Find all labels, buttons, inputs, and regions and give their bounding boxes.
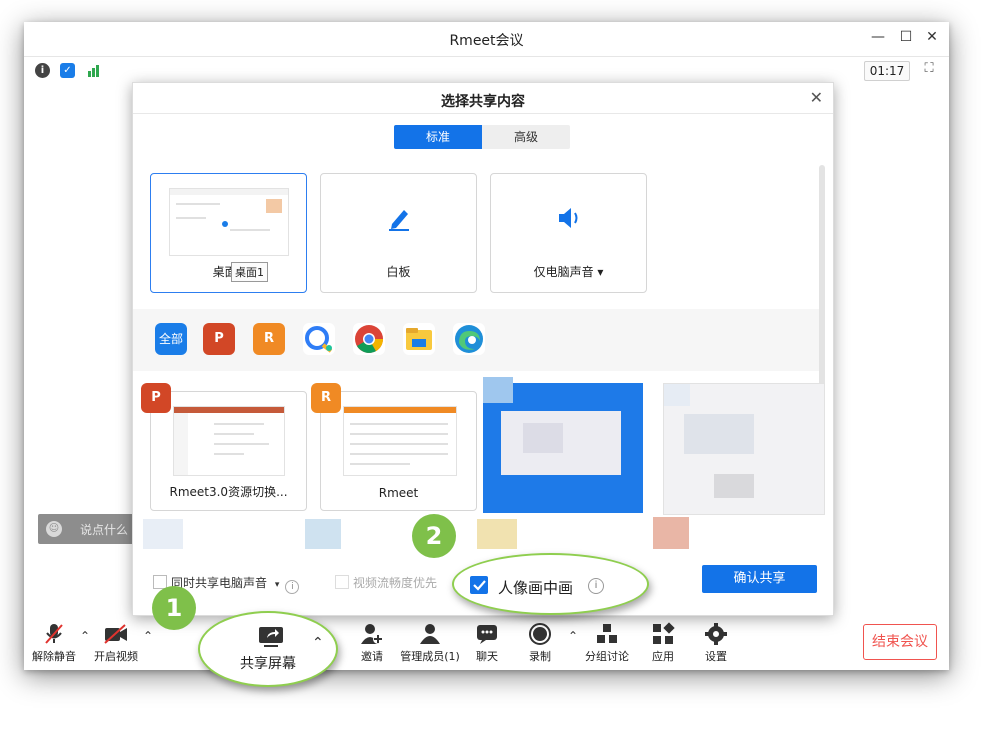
meeting-timer: 01:17 [864, 61, 910, 81]
camera-off-icon [80, 622, 152, 646]
feishu-icon[interactable] [303, 323, 335, 355]
step-2-badge: 2 [412, 514, 456, 558]
desktop-label: 桌面1 [212, 265, 245, 279]
signal-icon[interactable] [86, 63, 101, 78]
settings-button[interactable]: 设置 [680, 622, 752, 664]
powerpoint-badge-icon: P [141, 383, 171, 413]
speaker-icon [491, 204, 646, 238]
rmeet-app-icon[interactable]: R [253, 323, 285, 355]
pip-option-callout[interactable]: 人像画中画 i [452, 553, 649, 615]
shield-icon[interactable]: ✓ [60, 63, 75, 78]
file-explorer-icon[interactable] [403, 323, 435, 355]
blurred-thumb-b [305, 519, 341, 549]
rmeet-badge-icon: R [311, 383, 341, 413]
record-button[interactable]: 录制 [504, 622, 576, 664]
rmeet-window-label: Rmeet [378, 486, 419, 500]
blurred-thumb-a [143, 519, 183, 549]
pencil-icon [321, 204, 476, 238]
window-card-rmeet[interactable]: Rmeet [320, 391, 477, 511]
emoji-icon[interactable]: ☺ [46, 521, 62, 537]
info-icon[interactable]: i [35, 63, 50, 78]
app-filter-bar: 全部 P R [133, 309, 819, 371]
blurred-window-1[interactable] [483, 377, 643, 513]
share-whiteboard-card[interactable]: 白板 [320, 173, 477, 293]
minimize-icon[interactable]: — [868, 29, 888, 45]
powerpoint-window-thumbnail [173, 406, 285, 476]
dialog-title: 选择共享内容 [441, 94, 525, 110]
status-row: i ✓ 01:17 ⛶ [24, 58, 949, 84]
start-video-button[interactable]: 开启视频 [80, 622, 152, 664]
confirm-share-button[interactable]: 确认共享 [702, 565, 817, 593]
chrome-icon[interactable] [353, 323, 385, 355]
window-card-powerpoint[interactable]: Rmeet3.0资源切换... [150, 391, 307, 511]
share-audio-label: 同时共享电脑声音 [171, 576, 268, 590]
audio-only-label[interactable]: 仅电脑声音 ▾ [491, 263, 646, 280]
share-screen-callout-icon [256, 625, 286, 653]
tab-advanced[interactable]: 高级 [482, 125, 570, 149]
video-smooth-label: 视频流畅度优先 [353, 576, 438, 590]
pip-label: 人像画中画 [498, 579, 574, 597]
record-icon [504, 622, 576, 646]
share-desktop-card[interactable]: 桌面1 桌面1 [150, 173, 307, 293]
blurred-thumb-c [477, 519, 517, 549]
settings-icon [680, 622, 752, 646]
rmeet-window-thumbnail [343, 406, 457, 476]
end-meeting-button[interactable]: 结束会议 [863, 624, 937, 660]
powerpoint-window-label: Rmeet3.0资源切换... [169, 485, 288, 499]
whiteboard-label: 白板 [386, 265, 411, 279]
share-screen-callout[interactable]: 共享屏幕 ⌃ [198, 611, 338, 687]
blurred-thumb-d [653, 517, 689, 549]
close-icon[interactable]: ✕ [922, 29, 942, 45]
desktop-thumbnail [169, 188, 289, 256]
title-bar: Rmeet会议 — ☐ ✕ [24, 22, 949, 57]
chat-input[interactable]: ☺ 说点什么 [38, 514, 138, 544]
start-video-label: 开启视频 [94, 650, 138, 663]
maximize-icon[interactable]: ☐ [896, 29, 916, 45]
powerpoint-icon[interactable]: P [203, 323, 235, 355]
fullscreen-icon[interactable]: ⛶ [920, 61, 938, 79]
share-screen-callout-caret[interactable]: ⌃ [312, 635, 324, 651]
share-screen-callout-label: 共享屏幕 [240, 656, 296, 672]
blurred-window-2[interactable] [663, 383, 825, 515]
edge-icon[interactable] [453, 323, 485, 355]
share-content-dialog: 选择共享内容 ✕ 标准 高级 桌面1 桌面1 白板 仅电脑声音 ▾ 全部 P R… [132, 82, 834, 616]
chat-placeholder: 说点什么 [80, 523, 129, 537]
share-audio-info-icon[interactable]: i [285, 580, 300, 594]
dialog-divider [133, 113, 833, 114]
desktop-tooltip: 桌面1 [231, 262, 268, 282]
window-title: Rmeet会议 [449, 33, 524, 49]
video-options-caret[interactable]: ⌃ [143, 629, 153, 643]
video-smooth-option[interactable]: 视频流畅度优先 [335, 574, 437, 591]
dialog-close-icon[interactable]: ✕ [810, 88, 823, 107]
pip-info-icon[interactable]: i [588, 578, 604, 594]
video-smooth-checkbox[interactable] [335, 575, 349, 589]
settings-label: 设置 [705, 650, 727, 663]
share-audio-only-card[interactable]: 仅电脑声音 ▾ [490, 173, 647, 293]
pip-checkbox[interactable] [470, 576, 488, 594]
filter-all[interactable]: 全部 [155, 323, 187, 355]
step-1-badge: 1 [152, 586, 196, 630]
tab-standard[interactable]: 标准 [394, 125, 482, 149]
record-label: 录制 [529, 650, 551, 663]
